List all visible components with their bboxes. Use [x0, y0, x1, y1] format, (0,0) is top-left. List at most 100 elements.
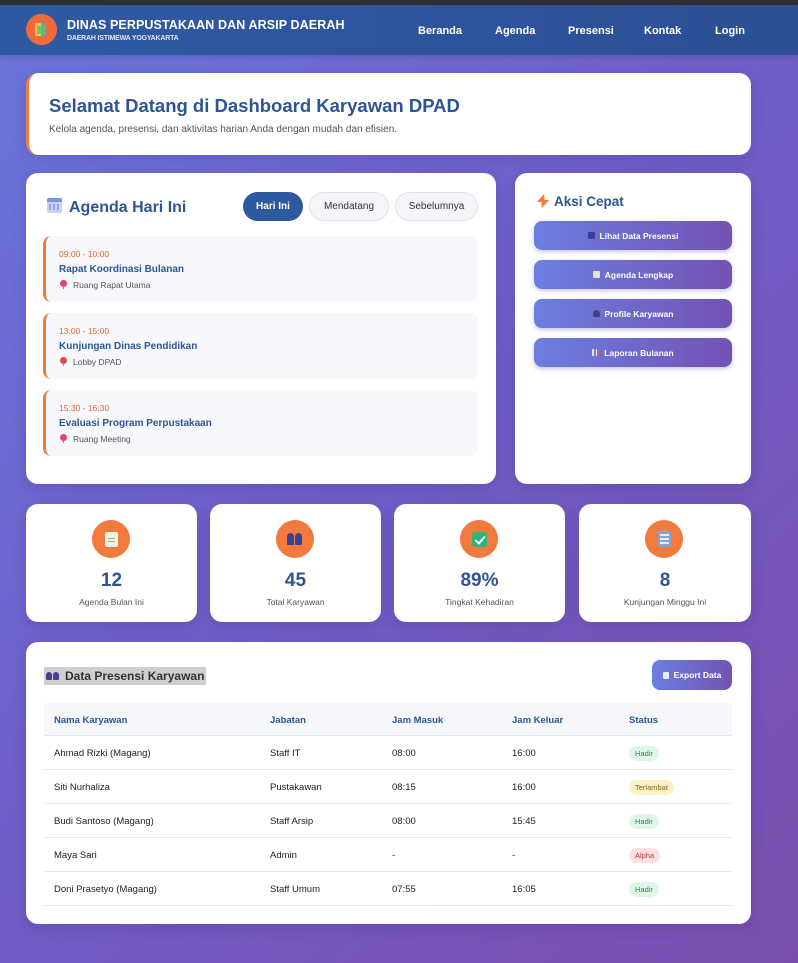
clipboard-icon — [104, 531, 118, 547]
quick-actions-title: Aksi Cepat — [554, 194, 624, 209]
lightning-icon — [537, 194, 546, 208]
cell-time-in: - — [392, 850, 396, 861]
agenda-item[interactable]: 15:30 - 16:30 Evaluasi Program Perpustak… — [43, 390, 478, 456]
cell-position: Staff IT — [270, 748, 301, 759]
pin-icon — [60, 357, 67, 366]
laporan-bulanan-button[interactable]: Laporan Bulanan — [534, 338, 732, 367]
export-icon — [662, 671, 669, 679]
attendance-card: Data Presensi Karyawan Export Data Nama … — [26, 642, 751, 924]
agenda-name: Kunjungan Dinas Pendidikan — [59, 341, 198, 352]
stat-icon-circle — [460, 520, 498, 558]
table-row[interactable]: Ahmad Rizki (Magang) Staff IT 08:00 16:0… — [44, 736, 732, 770]
stat-label: Kunjungan Minggu Ini — [623, 597, 707, 607]
status-badge: Alpha — [629, 848, 661, 863]
cell-name: Budi Santoso (Magang) — [54, 816, 154, 827]
cell-position: Staff Arsip — [270, 816, 314, 827]
agenda-location: Lobby DPAD — [73, 357, 122, 367]
cell-position: Staff Umum — [270, 884, 320, 895]
column-header[interactable]: Jam Keluar — [512, 715, 563, 726]
nav-kontak[interactable]: Kontak — [644, 25, 681, 37]
stat-value: 45 — [284, 570, 307, 591]
table-row[interactable]: Doni Prasetyo (Magang) Staff Umum 07:55 … — [44, 872, 732, 906]
person-icon — [592, 310, 600, 317]
chart-icon — [592, 349, 600, 356]
users-icon — [46, 672, 59, 680]
cell-name: Siti Nurhaliza — [54, 782, 110, 793]
button-label: Lihat Data Presensi — [599, 230, 679, 241]
table-row[interactable]: Siti Nurhaliza Pustakawan 08:15 16:00 Te… — [44, 770, 732, 804]
tab-hari-ini[interactable]: Hari Ini — [243, 192, 303, 221]
cell-name: Ahmad Rizki (Magang) — [54, 748, 151, 759]
export-label: Export Data — [673, 670, 722, 680]
stat-value: 8 — [659, 570, 671, 591]
nav-beranda[interactable]: Beranda — [418, 25, 462, 37]
status-badge: Terlambat — [629, 780, 674, 795]
cell-time-out: 16:05 — [512, 884, 536, 895]
cell-time-in: 07:55 — [392, 884, 416, 895]
status-badge: Hadir — [629, 882, 659, 897]
export-data-button[interactable]: Export Data — [652, 660, 732, 690]
brand-subtitle: DAERAH ISTIMEWA YOGYAKARTA — [67, 35, 179, 42]
attendance-title-text: Data Presensi Karyawan — [65, 669, 205, 683]
building-icon — [657, 531, 671, 547]
lihat-data-presensi-button[interactable]: Lihat Data Presensi — [534, 221, 732, 250]
cell-time-out: - — [512, 850, 516, 861]
stat-icon-circle — [645, 520, 683, 558]
agenda-time: 15:30 - 16:30 — [59, 403, 110, 413]
column-header[interactable]: Nama Karyawan — [54, 715, 127, 726]
pin-icon — [60, 434, 67, 443]
table-row[interactable]: Maya Sari Admin - - Alpha — [44, 838, 732, 872]
navbar: DINAS PERPUSTAKAAN DAN ARSIP DAERAH DAER… — [0, 5, 798, 55]
table-row[interactable]: Budi Santoso (Magang) Staff Arsip 08:00 … — [44, 804, 732, 838]
stat-agenda-bulan-ini: 12 Agenda Bulan Ini — [26, 504, 197, 622]
cell-time-in: 08:00 — [392, 748, 416, 759]
calendar-icon — [47, 198, 62, 213]
stat-label: Agenda Bulan Ini — [79, 597, 144, 607]
book-icon — [34, 23, 49, 36]
pin-icon — [60, 280, 67, 289]
nav-login[interactable]: Login — [715, 25, 745, 37]
cell-time-out: 15:45 — [512, 816, 536, 827]
column-header[interactable]: Jam Masuk — [392, 715, 443, 726]
column-header[interactable]: Jabatan — [270, 715, 306, 726]
cell-name: Maya Sari — [54, 850, 97, 861]
stat-icon-circle — [276, 520, 314, 558]
agenda-item[interactable]: 09:00 - 10:00 Rapat Koordinasi Bulanan R… — [43, 236, 478, 302]
stat-label: Total Karyawan — [266, 597, 325, 607]
cell-name: Doni Prasetyo (Magang) — [54, 884, 157, 895]
profile-karyawan-button[interactable]: Profile Karyawan — [534, 299, 732, 328]
stat-kunjungan-minggu-ini: 8 Kunjungan Minggu Ini — [579, 504, 751, 622]
agenda-lengkap-button[interactable]: Agenda Lengkap — [534, 260, 732, 289]
agenda-location: Ruang Meeting — [73, 434, 131, 444]
welcome-title: Selamat Datang di Dashboard Karyawan DPA… — [49, 95, 460, 116]
agenda-time: 09:00 - 10:00 — [59, 249, 110, 259]
brand-title: DINAS PERPUSTAKAAN DAN ARSIP DAERAH — [67, 18, 345, 32]
agenda-name: Rapat Koordinasi Bulanan — [59, 264, 185, 275]
nav-agenda[interactable]: Agenda — [495, 25, 535, 37]
cell-time-in: 08:15 — [392, 782, 416, 793]
column-header[interactable]: Status — [629, 715, 658, 726]
agenda-name: Evaluasi Program Perpustakaan — [59, 418, 212, 429]
agenda-location: Ruang Rapat Utama — [73, 280, 151, 290]
clipboard-icon — [592, 271, 600, 278]
stat-total-karyawan: 45 Total Karyawan — [210, 504, 381, 622]
tab-mendatang[interactable]: Mendatang — [309, 192, 389, 221]
status-badge: Hadir — [629, 814, 659, 829]
agenda-item[interactable]: 13:00 - 15:00 Kunjungan Dinas Pendidikan… — [43, 313, 478, 379]
attendance-title: Data Presensi Karyawan — [44, 667, 207, 685]
users-icon — [287, 533, 303, 545]
agenda-card: Agenda Hari Ini Hari Ini Mendatang Sebel… — [26, 173, 496, 484]
logo[interactable] — [26, 14, 57, 45]
button-label: Agenda Lengkap — [604, 269, 674, 280]
cell-time-in: 08:00 — [392, 816, 416, 827]
cell-position: Pustakawan — [270, 782, 322, 793]
nav-presensi[interactable]: Presensi — [568, 25, 614, 37]
tab-sebelumnya[interactable]: Sebelumnya — [395, 192, 478, 221]
table-header: Nama Karyawan Jabatan Jam Masuk Jam Kelu… — [44, 703, 732, 736]
button-label: Laporan Bulanan — [604, 347, 674, 358]
welcome-card: Selamat Datang di Dashboard Karyawan DPA… — [26, 73, 751, 155]
agenda-title: Agenda Hari Ini — [69, 199, 187, 216]
cell-time-out: 16:00 — [512, 748, 536, 759]
welcome-subtitle: Kelola agenda, presensi, dan aktivitas h… — [49, 124, 398, 135]
stat-value: 89% — [460, 570, 499, 591]
